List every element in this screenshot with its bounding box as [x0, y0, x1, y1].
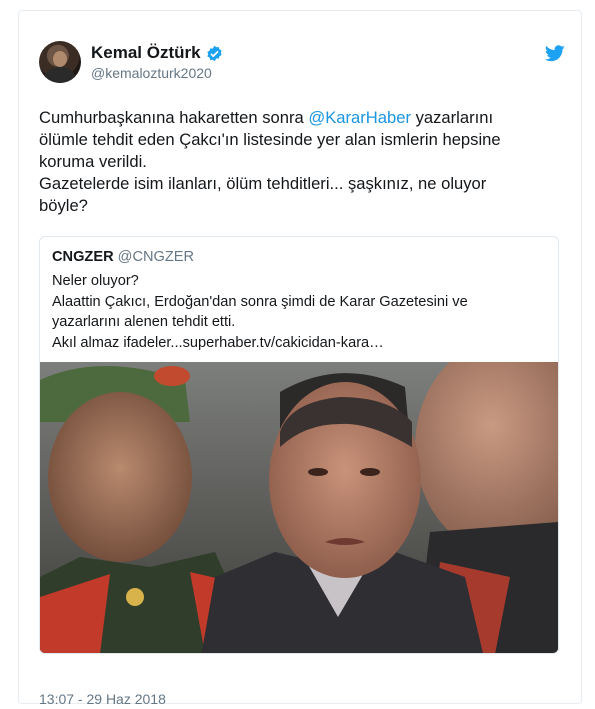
- quoted-tweet-header: CNGZER @CNGZER: [52, 249, 194, 265]
- tweet-timestamp[interactable]: 13:07 - 29 Haz 2018: [39, 691, 166, 707]
- tweet-text-part-1: Cumhurbaşkanına hakaretten sonra: [39, 108, 309, 127]
- quoted-tweet-photo[interactable]: [40, 362, 558, 654]
- twitter-bird-icon[interactable]: [545, 45, 565, 62]
- author-handle[interactable]: @kemalozturk2020: [91, 65, 212, 81]
- author-name-row: Kemal Öztürk: [91, 43, 223, 63]
- quoted-tweet-text: Neler oluyor? Alaattin Çakıcı, Erdoğan'd…: [52, 273, 468, 351]
- author-avatar[interactable]: [39, 41, 81, 83]
- quoted-author-handle[interactable]: @CNGZER: [118, 249, 194, 265]
- author-display-name[interactable]: Kemal Öztürk: [91, 43, 201, 63]
- quoted-author-name[interactable]: CNGZER: [52, 249, 114, 265]
- quoted-tweet[interactable]: CNGZER @CNGZER Neler oluyor? Alaattin Çak…: [39, 236, 559, 654]
- tweet-card: Kemal Öztürk @kemalozturk2020 Cumhurbaşk…: [18, 10, 582, 707]
- tweet-text-part-2: yazarlarını: [410, 108, 494, 127]
- verified-badge-icon: [207, 45, 222, 61]
- mention-link[interactable]: @KararHaber: [308, 108, 411, 127]
- tweet-text-part-3: ölümle tehdit eden Çakcı'ın listesinde y…: [39, 130, 501, 215]
- tweet-body: Cumhurbaşkanına hakaretten sonra @KararH…: [39, 107, 539, 217]
